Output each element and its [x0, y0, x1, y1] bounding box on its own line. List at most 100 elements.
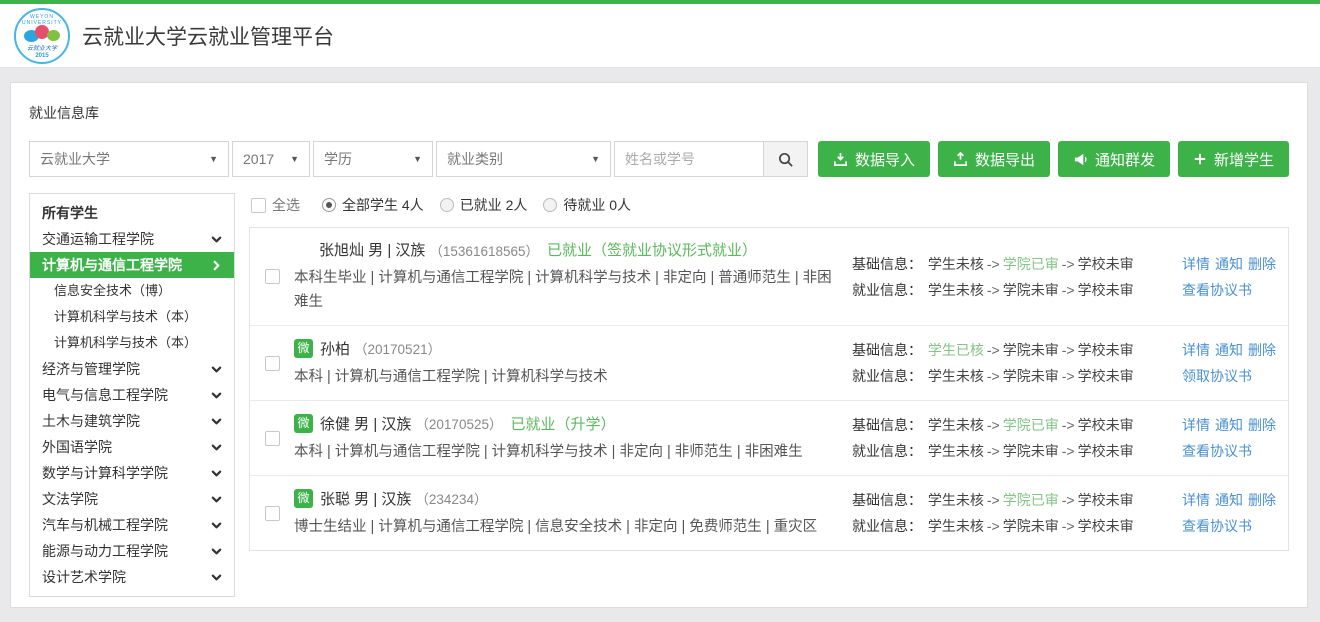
student-checkbox[interactable] [265, 431, 280, 446]
year-select-value: 2017 [243, 151, 274, 167]
delete-link[interactable]: 删除 [1248, 342, 1276, 358]
agreement-link[interactable]: 查看协议书 [1182, 518, 1252, 534]
detail-link[interactable]: 详情 [1182, 417, 1210, 433]
chevron-down-icon: ▼ [591, 154, 600, 164]
student-id: （15361618565） [429, 240, 539, 260]
audit-status: 基础信息： 学生未核->学院已审->学校未审 就业信息： 学生未核->学院未审-… [852, 251, 1182, 303]
notify-link[interactable]: 通知 [1215, 256, 1243, 272]
sidebar-subitem-major-0[interactable]: 信息安全技术（博） [30, 278, 234, 304]
chevron-down-icon [211, 234, 222, 245]
export-data-button[interactable]: 数据导出 [938, 141, 1050, 177]
student-name: 孙柏 [320, 338, 350, 359]
student-id: （234234） [415, 488, 487, 508]
agreement-link[interactable]: 查看协议书 [1182, 443, 1252, 459]
chevron-down-icon: ▼ [290, 154, 299, 164]
sidebar-item-college-9[interactable]: 能源与动力工程学院 [30, 538, 234, 564]
logo-dots-icon [24, 25, 60, 41]
notify-group-button[interactable]: 通知群发 [1058, 141, 1170, 177]
chevron-down-icon [211, 520, 222, 531]
degree-select[interactable]: 学历 ▼ [313, 141, 433, 177]
employment-status: 已就业（升学） [510, 413, 615, 434]
delete-link[interactable]: 删除 [1248, 417, 1276, 433]
app-header: WEYON UNIVERSITY 云就业大学 2015 云就业大学云就业管理平台 [0, 4, 1320, 68]
student-row: 微 孙柏 （20170521） 本科 | 计算机与通信工程学院 | 计算机科学与… [250, 326, 1288, 401]
chevron-down-icon [211, 390, 222, 401]
chevron-down-icon [211, 546, 222, 557]
student-checkbox[interactable] [265, 506, 280, 521]
college-sidebar: 所有学生 交通运输工程学院 计算机与通信工程学院 信息安全技术（博） 计算机科学… [29, 193, 235, 597]
sidebar-subitem-major-1[interactable]: 计算机科学与技术（本） [30, 304, 234, 330]
sidebar-item-college-2[interactable]: 经济与管理学院 [30, 356, 234, 382]
employment-category-select[interactable]: 就业类别 ▼ [436, 141, 611, 177]
delete-link[interactable]: 删除 [1248, 492, 1276, 508]
university-logo: WEYON UNIVERSITY 云就业大学 2015 [14, 8, 70, 64]
chevron-down-icon [211, 494, 222, 505]
sidebar-item-college-10[interactable]: 设计艺术学院 [30, 564, 234, 590]
student-detail: 本科生毕业 | 计算机与通信工程学院 | 计算机科学与技术 | 非定向 | 普通… [294, 266, 839, 314]
sidebar-item-college-8[interactable]: 汽车与机械工程学院 [30, 512, 234, 538]
chevron-down-icon [211, 442, 222, 453]
audit-status: 基础信息： 学生未核->学院已审->学校未审 就业信息： 学生未核->学院未审-… [852, 412, 1182, 464]
detail-link[interactable]: 详情 [1182, 342, 1210, 358]
radio-button-icon [543, 198, 557, 212]
detail-link[interactable]: 详情 [1182, 492, 1210, 508]
audit-status: 基础信息： 学生未核->学院已审->学校未审 就业信息： 学生未核->学院未审-… [852, 487, 1182, 539]
audit-status: 基础信息： 学生已核->学院未审->学校未审 就业信息： 学生未核->学院未审-… [852, 337, 1182, 389]
chevron-down-icon [211, 572, 222, 583]
category-select-value: 就业类别 [447, 149, 503, 169]
radio-button-icon [322, 198, 336, 212]
student-list-area: 全选 全部学生 4人 已就业 2人 待就业 0人 [249, 193, 1289, 551]
school-select-value: 云就业大学 [40, 149, 110, 169]
student-row: 张旭灿 男 | 汉族 （15361618565） 已就业（签就业协议形式就业） … [250, 228, 1288, 326]
student-checkbox[interactable] [265, 269, 280, 284]
megaphone-icon [1073, 152, 1088, 167]
chevron-down-icon [211, 364, 222, 375]
student-name: 张聪 男 | 汉族 [320, 488, 411, 509]
student-name: 张旭灿 男 | 汉族 [319, 239, 425, 260]
sidebar-item-all-students[interactable]: 所有学生 [30, 200, 234, 226]
export-icon [953, 152, 968, 167]
sidebar-item-college-5[interactable]: 外国语学院 [30, 434, 234, 460]
sidebar-item-college-0[interactable]: 交通运输工程学院 [30, 226, 234, 252]
chevron-down-icon: ▼ [209, 154, 218, 164]
chevron-down-icon [211, 468, 222, 479]
sidebar-item-college-3[interactable]: 电气与信息工程学院 [30, 382, 234, 408]
select-all-label: 全选 [272, 195, 300, 215]
notify-link[interactable]: 通知 [1215, 417, 1243, 433]
page-title: 云就业大学云就业管理平台 [82, 21, 334, 51]
sidebar-subitem-major-2[interactable]: 计算机科学与技术（本） [30, 330, 234, 356]
select-all-checkbox[interactable] [251, 198, 266, 213]
employment-status: 已就业（签就业协议形式就业） [547, 239, 757, 260]
student-row: 微 张聪 男 | 汉族 （234234） 博士生结业 | 计算机与通信工程学院 … [250, 476, 1288, 550]
sidebar-item-college-7[interactable]: 文法学院 [30, 486, 234, 512]
year-select[interactable]: 2017 ▼ [232, 141, 310, 177]
notify-link[interactable]: 通知 [1215, 342, 1243, 358]
add-student-button[interactable]: 新增学生 [1178, 141, 1289, 177]
agreement-link[interactable]: 领取协议书 [1182, 368, 1252, 384]
sidebar-item-college-selected[interactable]: 计算机与通信工程学院 [30, 252, 234, 278]
student-id: （20170521） [354, 338, 441, 358]
main-card: 就业信息库 云就业大学 ▼ 2017 ▼ 学历 ▼ 就业类别 ▼ 数据导入 数据 [10, 82, 1308, 608]
wechat-badge: 微 [294, 414, 313, 433]
radio-pending-employment[interactable]: 待就业 0人 [543, 195, 631, 215]
school-select[interactable]: 云就业大学 ▼ [29, 141, 229, 177]
student-checkbox[interactable] [265, 356, 280, 371]
sidebar-item-college-4[interactable]: 土木与建筑学院 [30, 408, 234, 434]
search-button[interactable] [764, 141, 808, 177]
search-input[interactable] [614, 141, 764, 177]
chevron-down-icon: ▼ [413, 154, 422, 164]
delete-link[interactable]: 删除 [1248, 256, 1276, 272]
radio-all-students[interactable]: 全部学生 4人 [322, 195, 424, 215]
agreement-link[interactable]: 查看协议书 [1182, 282, 1252, 298]
detail-link[interactable]: 详情 [1182, 256, 1210, 272]
import-data-button[interactable]: 数据导入 [818, 141, 930, 177]
wechat-badge: 微 [294, 339, 313, 358]
logo-inner-text: 云就业大学 [16, 43, 68, 52]
notify-link[interactable]: 通知 [1215, 492, 1243, 508]
list-controls: 全选 全部学生 4人 已就业 2人 待就业 0人 [251, 193, 1289, 217]
sidebar-item-college-6[interactable]: 数学与计算科学学院 [30, 460, 234, 486]
radio-employed[interactable]: 已就业 2人 [440, 195, 528, 215]
student-list: 张旭灿 男 | 汉族 （15361618565） 已就业（签就业协议形式就业） … [249, 227, 1289, 551]
student-id: （20170525） [415, 413, 502, 433]
filter-bar: 云就业大学 ▼ 2017 ▼ 学历 ▼ 就业类别 ▼ 数据导入 数据导出 [29, 141, 1289, 177]
